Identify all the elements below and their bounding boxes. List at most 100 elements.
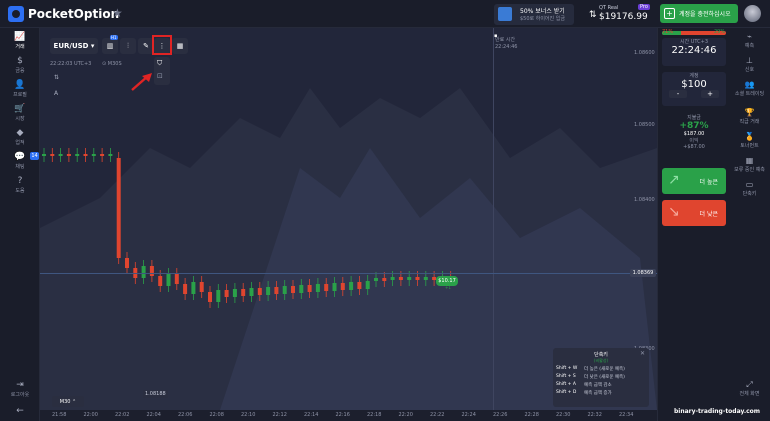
candle bbox=[174, 274, 179, 284]
time-tick: 22:24 bbox=[461, 412, 476, 418]
account-label: QT Real bbox=[599, 5, 619, 11]
close-icon[interactable]: ✕ bbox=[640, 350, 645, 357]
sidebar-item-market[interactable]: 🛒 시장 bbox=[0, 104, 40, 122]
amount-value: $100 bbox=[681, 79, 707, 90]
right-item-label: 단축키 bbox=[742, 191, 757, 197]
account-switcher[interactable]: ⇅ QT Real Pro $19176.99 bbox=[584, 3, 654, 25]
candle bbox=[407, 277, 412, 280]
hotkey-key: Shift + A bbox=[556, 382, 576, 387]
hotkey-desc: 예측 금액 감소 bbox=[584, 383, 612, 388]
time-tick: 22:30 bbox=[556, 412, 571, 418]
logout-icon: ⇥ bbox=[16, 380, 24, 390]
amount-selector[interactable]: 계정 $100 - + bbox=[662, 72, 726, 106]
amount-minus-button[interactable]: - bbox=[669, 90, 687, 98]
time-tick: 22:16 bbox=[335, 412, 350, 418]
low-price-label: 1.08188 bbox=[143, 390, 168, 398]
highlight-box bbox=[152, 35, 172, 55]
trade-panel: 71% 29% 시간 UTC+3 22:24:46 계정 $100 - + 지불금… bbox=[657, 28, 729, 421]
collapse-button[interactable]: ← bbox=[0, 406, 40, 417]
shield-icon[interactable]: ⛉ bbox=[157, 59, 162, 68]
deposit-button[interactable]: + 계정을 충전하십시오 bbox=[660, 4, 738, 23]
sidebar-item-help[interactable]: ? 도움 bbox=[0, 176, 40, 194]
user-icon: 👤 bbox=[14, 80, 26, 90]
amount-caption: 계정 bbox=[689, 73, 699, 79]
candle bbox=[390, 277, 395, 280]
payout-percent: +87% bbox=[679, 121, 709, 131]
sidebar-item-label: 금융 bbox=[15, 68, 25, 74]
dollar-icon: $ bbox=[17, 56, 23, 66]
favorite-star-icon[interactable]: ★ bbox=[112, 6, 123, 20]
time-tick: 22:28 bbox=[524, 412, 539, 418]
fullscreen-button[interactable]: ⤢ 전체 화면 bbox=[729, 380, 770, 397]
right-item-rank[interactable]: 🏆 직급 거래 bbox=[729, 108, 770, 125]
sidebar-item-achievements[interactable]: ◆ 업적 bbox=[0, 128, 40, 146]
time-selector[interactable]: 시간 UTC+3 22:24:46 bbox=[662, 38, 726, 66]
logout-button[interactable]: ⇥ 로그아웃 bbox=[0, 380, 40, 398]
candle bbox=[58, 154, 63, 156]
indicators-button[interactable]: ⫶ bbox=[120, 38, 136, 54]
time-axis: 21:58 22:00 22:02 22:04 22:06 22:08 22:10 22:12… bbox=[40, 410, 657, 421]
timeframe-label: M30 bbox=[59, 398, 71, 405]
time-tick: 22:20 bbox=[398, 412, 413, 418]
lower-label: 더 낮은 bbox=[699, 210, 718, 218]
chart-type-button[interactable]: ▥ bbox=[102, 38, 118, 54]
candle bbox=[241, 289, 246, 296]
right-item-pending[interactable]: ▦ 보류 중인 예측 bbox=[729, 156, 770, 173]
amount-plus-button[interactable]: + bbox=[701, 90, 719, 98]
candle bbox=[116, 158, 121, 258]
lower-button[interactable]: ↘ 더 낮은 bbox=[662, 200, 726, 226]
lock-icon[interactable]: ⊡ bbox=[157, 72, 163, 80]
pro-badge: Pro bbox=[638, 4, 650, 10]
tournament-icon: 🏅 bbox=[744, 132, 755, 141]
pair-selector[interactable]: EUR/USD ▾ bbox=[50, 38, 98, 54]
logo[interactable]: PocketOption bbox=[8, 6, 119, 22]
right-item-label: 직급 거래 bbox=[739, 119, 760, 125]
candle bbox=[66, 154, 71, 156]
grid-icon: ▦ bbox=[176, 42, 184, 50]
candle bbox=[315, 284, 320, 292]
signal-icon: ⌁ bbox=[747, 32, 752, 41]
sidebar-item-label: 프로필 bbox=[13, 92, 27, 98]
red-arrow-annotation bbox=[131, 73, 152, 91]
left-sidebar: 📈 거래 $ 금융 👤 프로필 🛒 시장 ◆ 업적 💬 채팅 ? 도움 14 ⇥… bbox=[0, 28, 40, 421]
sidebar-item-trade[interactable]: 📈 거래 bbox=[0, 32, 40, 50]
text-tool-icon[interactable]: A bbox=[54, 90, 58, 97]
right-item-label: 예측 bbox=[744, 43, 755, 49]
current-price-label: 1.08369 bbox=[630, 269, 656, 277]
right-item-social[interactable]: 👥 소셜 트레이딩 bbox=[729, 80, 770, 97]
right-item-predict[interactable]: ⌁ 예측 bbox=[729, 32, 770, 49]
time-caption: 시간 UTC+3 bbox=[679, 39, 709, 45]
right-item-label: 토너먼트 bbox=[740, 143, 759, 149]
pencil-icon: ✎ bbox=[143, 42, 149, 50]
indicator-badge: H1 bbox=[110, 35, 118, 40]
candle bbox=[324, 284, 329, 291]
sort-icon[interactable]: ⇅ bbox=[54, 74, 59, 81]
candle bbox=[208, 292, 212, 302]
layout-button[interactable]: ▦ bbox=[172, 38, 188, 54]
time-tick: 22:34 bbox=[619, 412, 634, 418]
candle bbox=[257, 288, 262, 295]
server-time: 22:22:03 UTC+3 bbox=[50, 61, 92, 67]
diamond-icon: ◆ bbox=[16, 128, 24, 138]
sidebar-item-profile[interactable]: 👤 프로필 bbox=[0, 80, 40, 98]
payout-info: 지불금 +87% $187.00 이익 +$87.00 bbox=[662, 114, 726, 156]
hotkey-desc: 예측 금액 증가 bbox=[584, 391, 612, 396]
bonus-banner[interactable]: 50% 보너스 받기 $50로 하이어진 입금 bbox=[494, 4, 574, 25]
expiry-label: 만료 시간 bbox=[495, 37, 515, 43]
price-tick: 1.08500 bbox=[634, 122, 655, 128]
right-item-tournament[interactable]: 🏅 토너먼트 bbox=[729, 132, 770, 149]
timeframe-button[interactable]: M30 ⌃ bbox=[52, 396, 84, 407]
hotkey-key: Shift + W bbox=[556, 366, 578, 371]
avatar[interactable] bbox=[744, 5, 761, 22]
candle bbox=[125, 258, 129, 268]
candle bbox=[183, 284, 188, 294]
expiry-line bbox=[493, 28, 494, 410]
right-item-signals[interactable]: ⊥ 신호 bbox=[729, 56, 770, 73]
sidebar-item-finance[interactable]: $ 금융 bbox=[0, 56, 40, 74]
time-tick: 22:32 bbox=[587, 412, 602, 418]
right-item-shortcuts[interactable]: ▭ 단축키 bbox=[729, 180, 770, 197]
brand-name: PocketOption bbox=[28, 7, 120, 21]
time-tick: 22:22 bbox=[430, 412, 445, 418]
arrow-up-icon: ↗ bbox=[668, 172, 680, 188]
higher-button[interactable]: ↗ 더 높은 bbox=[662, 168, 726, 194]
